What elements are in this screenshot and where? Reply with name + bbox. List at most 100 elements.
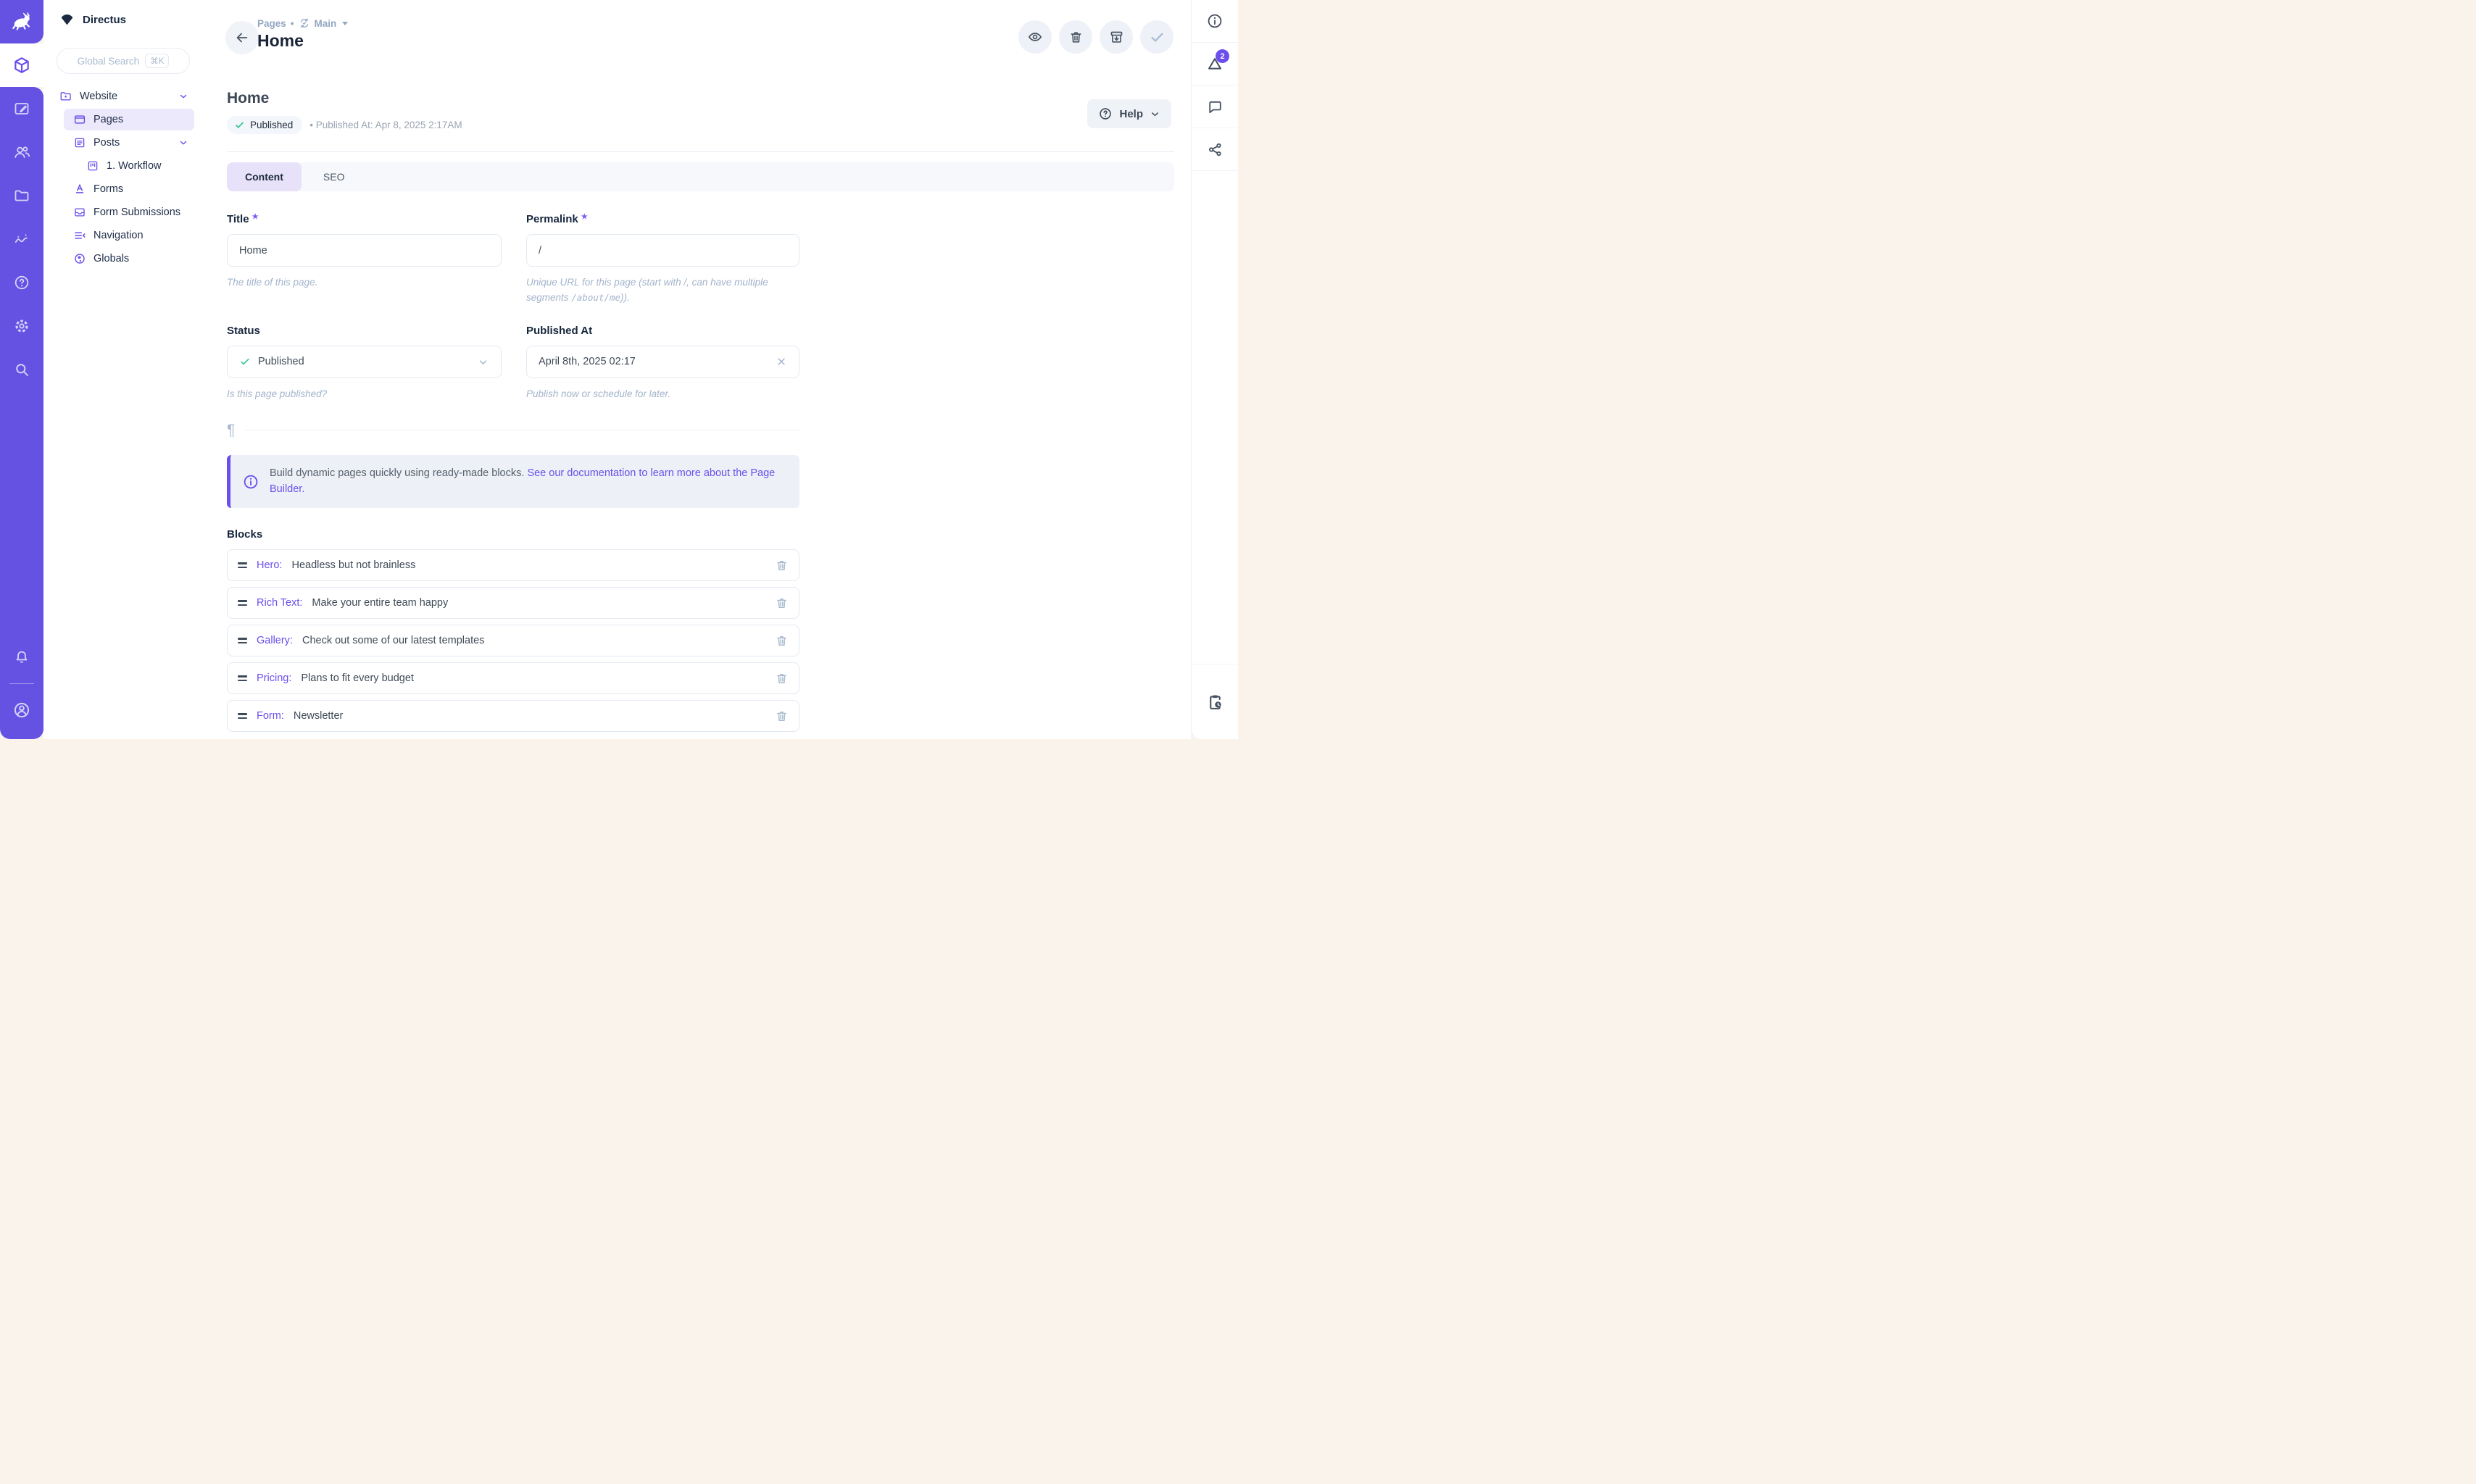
revisions-panel-button[interactable]: 2: [1192, 43, 1238, 86]
module-insights[interactable]: [0, 217, 43, 261]
module-search[interactable]: [0, 348, 43, 391]
trash-icon[interactable]: [775, 559, 789, 572]
preview-button[interactable]: [1018, 20, 1052, 54]
published-at-input[interactable]: April 8th, 2025 02:17: [526, 346, 799, 378]
comments-panel-button[interactable]: [1192, 86, 1238, 128]
archive-button[interactable]: [1100, 20, 1133, 54]
content-module-cube-icon: [12, 56, 31, 75]
breadcrumb-collection[interactable]: Pages: [257, 18, 286, 29]
module-content-active[interactable]: [0, 43, 43, 87]
breadcrumb[interactable]: Pages • Main: [257, 17, 348, 29]
block-text: Make your entire team happy: [312, 597, 448, 609]
module-help[interactable]: [0, 261, 43, 304]
users-icon: [13, 143, 30, 161]
activity-clipboard-icon: [1206, 693, 1224, 711]
sidebar-item-label: Pages: [94, 114, 123, 125]
sidebar-item-workflow[interactable]: 1. Workflow: [43, 155, 202, 177]
help-circle-icon: [13, 274, 30, 291]
block-type[interactable]: Gallery:: [257, 635, 293, 646]
block-type[interactable]: Pricing:: [257, 672, 291, 684]
block-row-form[interactable]: Form: Newsletter: [227, 700, 799, 732]
sidebar-item-globals[interactable]: Globals: [43, 248, 202, 270]
inbox-icon: [73, 206, 86, 219]
block-row-pricing[interactable]: Pricing: Plans to fit every budget: [227, 662, 799, 694]
revisions-count-badge: 2: [1216, 49, 1229, 63]
trash-icon[interactable]: [775, 709, 789, 723]
global-search-placeholder: Global Search: [78, 56, 140, 67]
module-editor[interactable]: [0, 87, 43, 130]
chevron-down-icon[interactable]: [477, 356, 489, 368]
drag-handle-icon[interactable]: [238, 638, 247, 643]
status-select[interactable]: Published: [227, 346, 502, 378]
permalink-input[interactable]: /: [526, 234, 799, 267]
collection-nav: Website Pages: [43, 86, 202, 270]
back-button[interactable]: [225, 21, 259, 54]
trash-icon[interactable]: [775, 634, 789, 648]
version-sync-icon: [299, 17, 310, 29]
trash-icon[interactable]: [775, 672, 789, 685]
divider-line: [245, 430, 799, 431]
version-caret-icon: [342, 22, 348, 25]
field-permalink: Permalink★ / Unique URL for this page (s…: [526, 213, 799, 306]
module-files[interactable]: [0, 174, 43, 217]
chevron-down-icon[interactable]: [178, 91, 188, 101]
save-button[interactable]: [1140, 20, 1173, 54]
block-type[interactable]: Rich Text:: [257, 597, 302, 609]
user-menu-button[interactable]: [0, 688, 43, 732]
user-avatar-icon: [12, 701, 31, 720]
block-row-gallery[interactable]: Gallery: Check out some of our latest te…: [227, 625, 799, 656]
share-panel-button[interactable]: [1192, 128, 1238, 171]
search-icon: [13, 361, 30, 378]
sidebar-item-website[interactable]: Website: [43, 86, 202, 107]
project-logo-icon: [59, 12, 75, 28]
breadcrumb-version[interactable]: Main: [315, 18, 337, 29]
sidebar-item-navigation[interactable]: Navigation: [43, 225, 202, 246]
field-published-at-note: Publish now or schedule for later.: [526, 387, 799, 402]
tab-content[interactable]: Content: [227, 162, 302, 191]
block-row-rich-text[interactable]: Rich Text: Make your entire team happy: [227, 587, 799, 619]
arrow-left-icon: [234, 30, 250, 46]
drag-handle-icon[interactable]: [238, 675, 247, 681]
block-type[interactable]: Hero:: [257, 559, 282, 571]
field-title-note: The title of this page.: [227, 275, 502, 291]
drag-handle-icon[interactable]: [238, 600, 247, 606]
letter-a-underline-icon: [73, 183, 86, 196]
folder-star-icon: [59, 90, 72, 103]
drag-handle-icon[interactable]: [238, 562, 247, 568]
info-banner: Build dynamic pages quickly using ready-…: [227, 455, 799, 509]
block-row-hero[interactable]: Hero: Headless but not brainless: [227, 549, 799, 581]
sidebar-item-posts[interactable]: Posts: [43, 132, 202, 154]
module-users[interactable]: [0, 130, 43, 174]
notifications-button[interactable]: [0, 635, 43, 679]
block-type[interactable]: Form:: [257, 710, 284, 722]
main-area: Pages • Main Home: [202, 0, 1191, 739]
right-sidebar: 2: [1191, 0, 1238, 739]
clear-x-icon[interactable]: [776, 356, 787, 367]
trash-icon[interactable]: [775, 596, 789, 610]
blocks-field-label: Blocks: [227, 528, 1174, 541]
required-star-icon: ★: [252, 213, 259, 221]
sidebar-item-pages[interactable]: Pages: [64, 109, 194, 130]
sidebar-item-form-submissions[interactable]: Form Submissions: [43, 201, 202, 223]
sidebar-item-label: Forms: [94, 183, 123, 195]
module-settings[interactable]: [0, 304, 43, 348]
title-input[interactable]: Home: [227, 234, 502, 267]
block-text: Newsletter: [294, 710, 344, 722]
sidebar-item-label: 1. Workflow: [107, 160, 161, 172]
chevron-down-icon[interactable]: [178, 138, 188, 148]
browser-window-icon: [73, 113, 86, 126]
comments-icon: [1207, 99, 1224, 115]
pilcrow-icon: ¶: [227, 422, 235, 438]
tab-seo[interactable]: SEO: [302, 171, 367, 183]
activity-panel-button[interactable]: [1192, 664, 1238, 739]
delete-button[interactable]: [1059, 20, 1092, 54]
breadcrumb-separator: •: [291, 18, 294, 29]
directus-logo-button[interactable]: [0, 0, 43, 43]
global-search-input[interactable]: Global Search ⌘K: [57, 48, 190, 74]
info-panel-button[interactable]: [1192, 0, 1238, 43]
sidebar-item-forms[interactable]: Forms: [43, 178, 202, 200]
project-header[interactable]: Directus: [43, 0, 202, 39]
drag-handle-icon[interactable]: [238, 713, 247, 719]
share-icon: [1207, 141, 1224, 158]
archive-download-icon: [1109, 30, 1124, 45]
